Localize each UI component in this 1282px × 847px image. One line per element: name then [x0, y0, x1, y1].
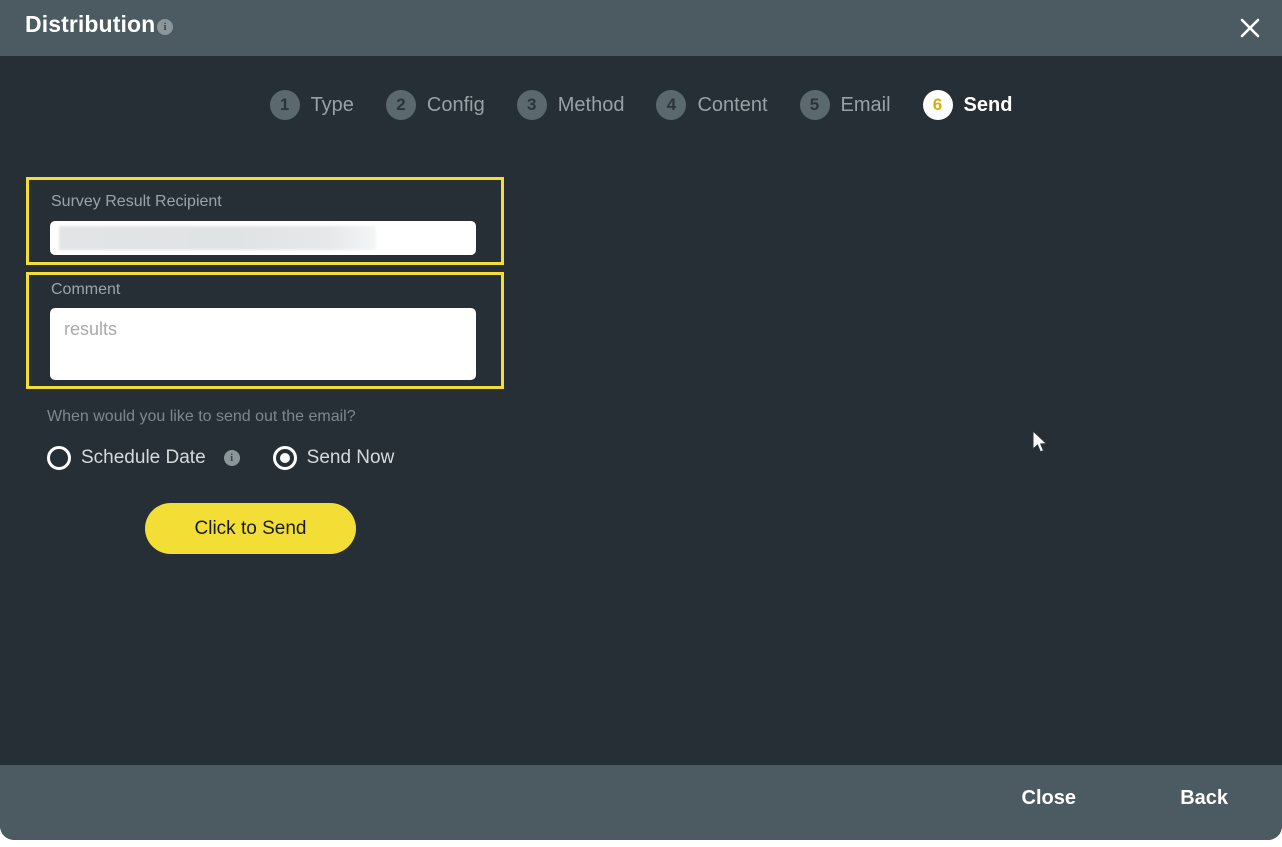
- step-type[interactable]: 1 Type: [269, 90, 354, 120]
- dialog-footer: Close Back: [0, 765, 1282, 840]
- redacted-value: [59, 226, 376, 250]
- info-icon[interactable]: i: [223, 450, 240, 466]
- step-config[interactable]: 2 Config: [385, 90, 485, 120]
- back-button[interactable]: Back: [1174, 786, 1234, 811]
- step-number: 6: [922, 90, 953, 120]
- recipient-label: Survey Result Recipient: [51, 193, 222, 210]
- comment-textarea[interactable]: [50, 308, 476, 380]
- step-number: 1: [269, 90, 300, 120]
- schedule-prompt: When would you like to send out the emai…: [47, 408, 356, 425]
- radio-icon: [47, 446, 71, 470]
- step-number: 4: [656, 90, 687, 120]
- step-label: Config: [426, 93, 485, 116]
- step-label: Type: [310, 93, 354, 116]
- radio-label: Schedule Date: [81, 447, 206, 468]
- step-method[interactable]: 3 Method: [516, 90, 625, 120]
- step-send[interactable]: 6 Send: [922, 90, 1013, 120]
- wizard-stepper: 1 Type 2 Config 3 Method 4 Content 5 Ema…: [0, 90, 1282, 120]
- radio-schedule-date[interactable]: Schedule Date i: [47, 446, 240, 470]
- radio-send-now[interactable]: Send Now: [272, 446, 395, 470]
- page-root: Distribution i 1 Type 2 Config 3 Method: [0, 0, 1282, 847]
- dialog-header: Distribution i: [0, 0, 1282, 56]
- distribution-dialog: Distribution i 1 Type 2 Config 3 Method: [0, 0, 1282, 840]
- click-to-send-button[interactable]: Click to Send: [145, 503, 356, 554]
- radio-icon: [272, 446, 297, 470]
- close-button[interactable]: Close: [1016, 786, 1082, 811]
- step-label: Method: [557, 93, 625, 116]
- dialog-title: Distribution: [25, 11, 156, 37]
- step-content[interactable]: 4 Content: [656, 90, 768, 120]
- close-icon[interactable]: [1232, 10, 1268, 46]
- recipient-input[interactable]: [50, 221, 476, 255]
- step-number: 2: [385, 90, 416, 120]
- comment-field-group: Comment: [26, 272, 504, 389]
- step-label: Send: [963, 93, 1013, 116]
- step-number: 3: [516, 90, 547, 120]
- recipient-field-group: Survey Result Recipient: [26, 177, 504, 265]
- send-timing-radio-group: Schedule Date i Send Now: [47, 446, 394, 470]
- step-email[interactable]: 5 Email: [799, 90, 891, 120]
- comment-label: Comment: [51, 281, 121, 298]
- step-number: 5: [799, 90, 830, 120]
- step-label: Email: [840, 93, 891, 116]
- step-label: Content: [697, 93, 768, 116]
- info-icon[interactable]: i: [157, 19, 173, 35]
- radio-label: Send Now: [306, 447, 395, 468]
